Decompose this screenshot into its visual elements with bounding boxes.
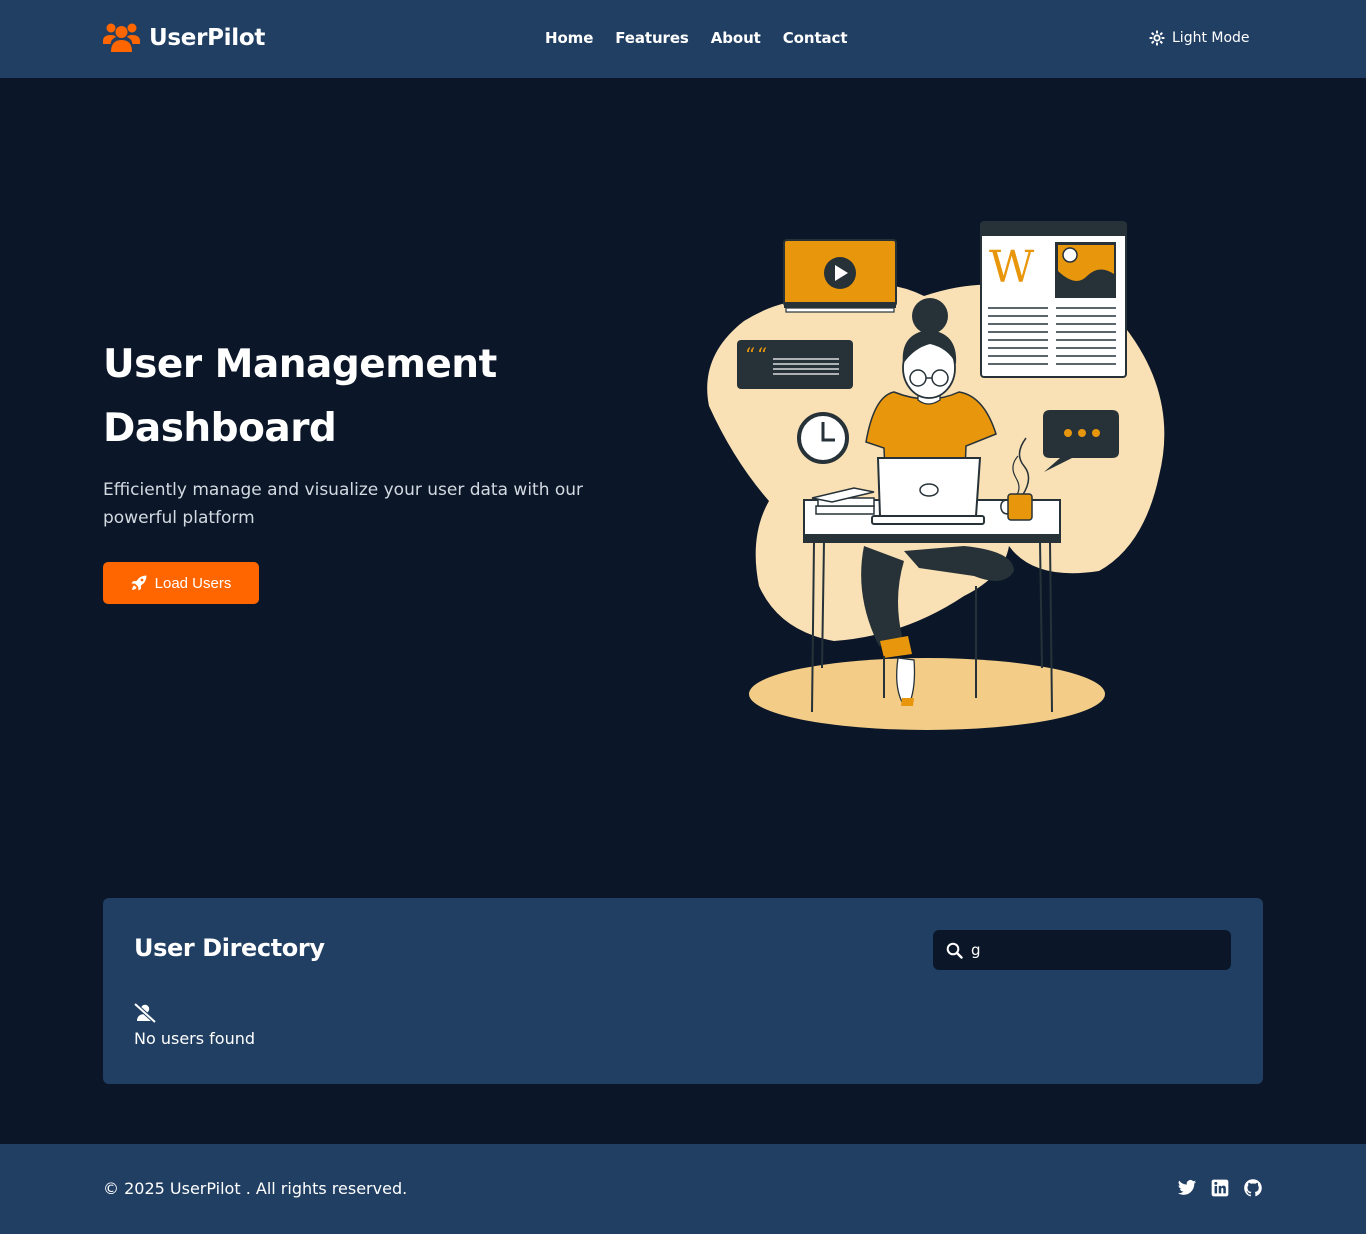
empty-state-text: No users found (134, 1029, 256, 1048)
hero-title: User Management Dashboard (103, 342, 497, 451)
theme-toggle-label: Light Mode (1172, 30, 1250, 46)
user-directory-title: User Directory (134, 934, 325, 962)
social-links (1177, 1178, 1263, 1198)
github-icon[interactable] (1243, 1178, 1263, 1198)
load-users-button[interactable]: Load Users (103, 562, 259, 604)
woman-working-on-laptop-illustration: “ “ W (707, 221, 1165, 730)
nav-contact[interactable]: Contact (783, 29, 848, 47)
nav-about[interactable]: About (711, 29, 761, 47)
rocket-icon (131, 575, 147, 591)
site-footer: © 2025 UserPilot . All rights reserved. (0, 1144, 1366, 1234)
theme-toggle-button[interactable]: Light Mode (1149, 30, 1250, 46)
copyright-text: © 2025 UserPilot . All rights reserved. (103, 1179, 408, 1198)
main-nav: Home Features About Contact (545, 29, 869, 47)
search-icon (946, 942, 963, 959)
hero-subtitle: Efficiently manage and visualize your us… (103, 480, 584, 528)
svg-text:“: “ (757, 343, 767, 367)
user-directory-card: User Directory No users found (103, 898, 1263, 1084)
twitter-icon[interactable] (1177, 1178, 1197, 1198)
users-icon (103, 23, 140, 52)
sun-icon (1149, 30, 1165, 46)
user-slash-icon (134, 1003, 156, 1023)
svg-text:“: “ (745, 343, 755, 367)
site-header: UserPilot Home Features About Contact Li… (0, 0, 1366, 78)
search-box[interactable] (933, 930, 1231, 970)
brand-logo[interactable]: UserPilot (103, 22, 265, 54)
load-users-label: Load Users (154, 574, 232, 592)
search-input[interactable] (971, 941, 1211, 959)
nav-features[interactable]: Features (615, 29, 689, 47)
linkedin-icon[interactable] (1210, 1178, 1230, 1198)
nav-home[interactable]: Home (545, 29, 593, 47)
brand-name: UserPilot (149, 25, 266, 51)
svg-text:W: W (989, 242, 1035, 293)
